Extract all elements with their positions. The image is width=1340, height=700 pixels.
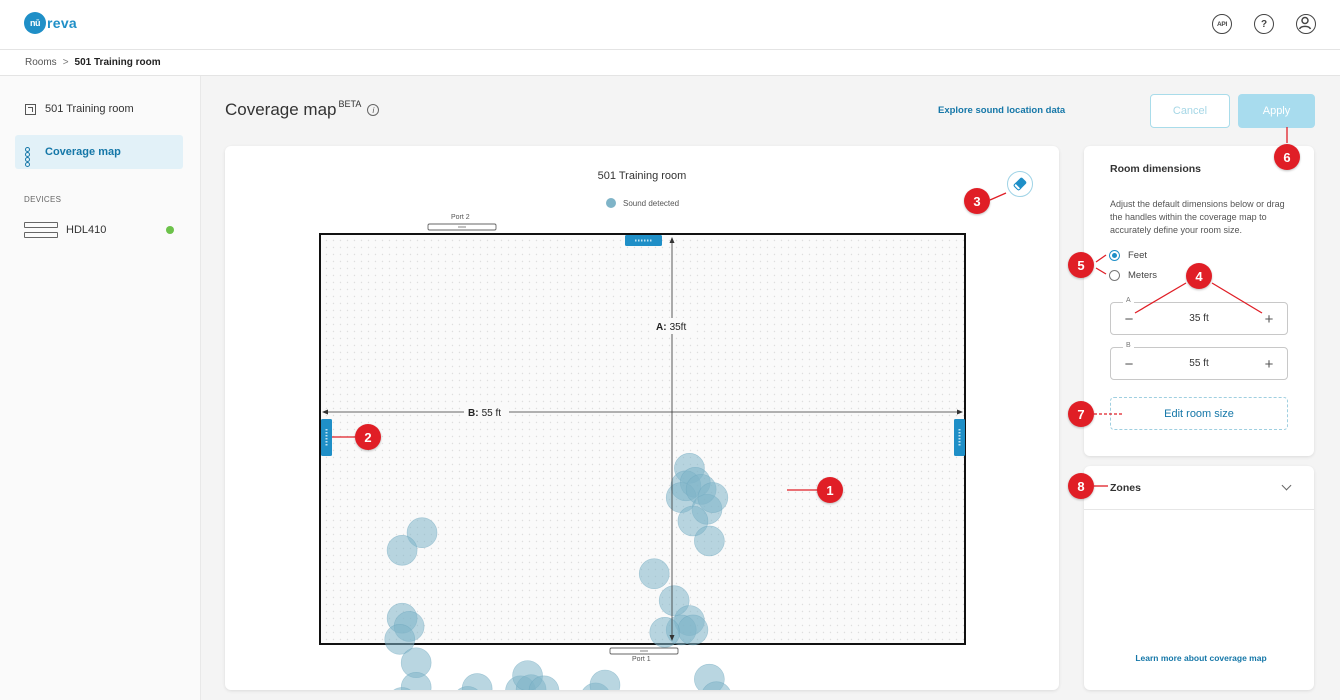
eraser-icon bbox=[1012, 176, 1028, 192]
legend-label: Sound detected bbox=[623, 198, 680, 208]
sidebar-item-label: 501 Training room bbox=[45, 103, 134, 115]
handle-left[interactable] bbox=[321, 419, 332, 456]
sound-point bbox=[638, 558, 670, 590]
api-icon[interactable]: API bbox=[1212, 14, 1232, 34]
breadcrumb-current: 501 Training room bbox=[74, 57, 161, 68]
room-dimensions-title: Room dimensions bbox=[1110, 163, 1202, 175]
room-dimensions-panel: Room dimensions Adjust the default dimen… bbox=[1084, 146, 1314, 456]
device-item[interactable]: HDL410 bbox=[24, 219, 174, 241]
unit-feet-option[interactable]: Feet bbox=[1109, 250, 1147, 261]
info-icon[interactable]: i bbox=[367, 104, 380, 116]
breadcrumb: Rooms >501 Training room bbox=[0, 50, 1340, 76]
account-icon[interactable] bbox=[1296, 14, 1316, 34]
device-bar-icon bbox=[24, 222, 58, 238]
clear-data-button[interactable] bbox=[1007, 171, 1033, 197]
page-title-text: Coverage map bbox=[225, 100, 337, 119]
zones-label: Zones bbox=[1110, 482, 1141, 494]
top-bar: nū reva API ? bbox=[0, 0, 1340, 50]
breadcrumb-chevron-icon: > bbox=[62, 57, 69, 68]
dimension-b-stepper: B − 55 ft + bbox=[1110, 342, 1288, 380]
map-legend: Sound detected bbox=[606, 198, 679, 208]
sidebar-item-room[interactable]: 501 Training room bbox=[15, 92, 183, 126]
room-icon bbox=[25, 103, 36, 115]
port-1-label: Port 1 bbox=[632, 656, 651, 663]
annotation-badge-4: 4 bbox=[1186, 263, 1212, 289]
header-icons: API ? bbox=[1212, 14, 1316, 34]
sound-point bbox=[694, 525, 725, 557]
dimension-b-plus-button[interactable]: + bbox=[1259, 354, 1279, 374]
dimension-a-label: A: 35ft bbox=[656, 322, 686, 333]
annotation-badge-6: 6 bbox=[1274, 144, 1300, 170]
dimension-b-value[interactable]: 55 ft bbox=[1151, 358, 1247, 369]
sidebar: 501 Training room Coverage map DEVICES H… bbox=[0, 76, 201, 700]
handle-right[interactable] bbox=[954, 419, 965, 456]
handle-top[interactable] bbox=[625, 235, 662, 246]
dimension-a-value[interactable]: 35 ft bbox=[1151, 313, 1247, 324]
sound-point bbox=[649, 616, 681, 648]
unit-feet-label: Feet bbox=[1128, 250, 1148, 261]
sound-point bbox=[697, 482, 729, 513]
nureva-logo[interactable]: nū reva bbox=[24, 12, 77, 34]
sound-point bbox=[461, 673, 493, 690]
device-name: HDL410 bbox=[66, 224, 107, 236]
annotation-badge-1: 1 bbox=[817, 477, 843, 503]
dimension-a-stepper-label: A bbox=[1123, 297, 1134, 304]
dimension-a-stepper: A − 35 ft + bbox=[1110, 297, 1288, 335]
annotation-badge-5: 5 bbox=[1068, 252, 1094, 278]
sound-point bbox=[400, 672, 432, 690]
legend-dot bbox=[606, 198, 616, 208]
sidebar-item-label: Coverage map bbox=[45, 146, 121, 158]
dimension-b-minus-button[interactable]: − bbox=[1119, 354, 1139, 374]
breadcrumb-rooms[interactable]: Rooms bbox=[25, 57, 57, 68]
learn-more-link[interactable]: Learn more about coverage map bbox=[1084, 653, 1318, 663]
annotation-badge-7: 7 bbox=[1068, 401, 1094, 427]
edit-room-size-button[interactable]: Edit room size bbox=[1110, 397, 1288, 430]
annotation-badge-2: 2 bbox=[355, 424, 381, 450]
chevron-down-icon bbox=[1281, 480, 1292, 491]
page-title: Coverage map BETA i bbox=[225, 99, 380, 120]
dimension-b-stepper-label: B bbox=[1123, 342, 1134, 349]
dimension-a-plus-button[interactable]: + bbox=[1259, 309, 1279, 329]
dimension-b-label: B: 55 ft bbox=[468, 408, 501, 419]
unit-feet-radio[interactable] bbox=[1109, 250, 1120, 261]
map-title: 501 Training room bbox=[597, 170, 687, 182]
sound-point bbox=[677, 614, 709, 646]
coverage-map-card: A: 35ft B: 55 ft 501 Training room Sound d… bbox=[225, 146, 1059, 690]
zones-header[interactable]: Zones bbox=[1084, 466, 1314, 510]
coverage-map-canvas[interactable]: A: 35ft B: 55 ft bbox=[225, 146, 1059, 690]
annotation-badge-3: 3 bbox=[964, 188, 990, 214]
logo-text: reva bbox=[47, 15, 78, 31]
explore-sound-data-link[interactable]: Explore sound location data bbox=[938, 105, 1065, 116]
annotation-badge-8: 8 bbox=[1068, 473, 1094, 499]
beta-badge: BETA bbox=[338, 99, 362, 109]
port-2-label: Port 2 bbox=[451, 214, 470, 221]
cancel-button[interactable]: Cancel bbox=[1150, 94, 1230, 128]
apply-button[interactable]: Apply bbox=[1238, 94, 1315, 128]
grid-icon bbox=[25, 146, 36, 167]
zones-panel: Zones Learn more about coverage map bbox=[1084, 466, 1314, 690]
help-icon[interactable]: ? bbox=[1254, 14, 1274, 34]
sidebar-item-coverage-map[interactable]: Coverage map bbox=[15, 135, 183, 169]
dimension-a-minus-button[interactable]: − bbox=[1119, 309, 1139, 329]
sound-point bbox=[386, 534, 418, 566]
devices-label: DEVICES bbox=[24, 195, 62, 204]
unit-meters-label: Meters bbox=[1128, 270, 1158, 281]
unit-meters-radio[interactable] bbox=[1109, 270, 1120, 281]
unit-meters-option[interactable]: Meters bbox=[1109, 270, 1157, 281]
sound-point bbox=[589, 669, 621, 690]
device-status-dot bbox=[166, 226, 174, 234]
room-dimensions-description: Adjust the default dimensions below or d… bbox=[1110, 199, 1285, 235]
logo-mark: nū bbox=[24, 12, 46, 34]
